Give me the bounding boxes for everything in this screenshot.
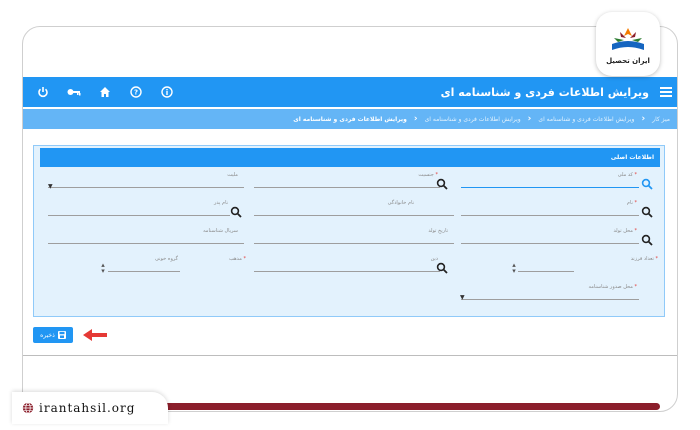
sect-label: مذهب	[229, 256, 242, 262]
power-icon[interactable]	[27, 77, 58, 107]
chevron-left-icon: ‹	[413, 114, 418, 124]
main-info-panel: اطلاعات اصلی * کد ملی * جنسیت ملیت ▼ * ن…	[33, 145, 665, 317]
save-button[interactable]: ذخیره	[33, 327, 73, 343]
nationality-label: ملیت	[227, 172, 238, 178]
serial-field[interactable]: سریال شناسنامه	[48, 228, 244, 244]
birth-place-field[interactable]: * محل تولد	[461, 228, 639, 244]
father-name-field[interactable]: نام پدر	[48, 200, 230, 216]
app-window: ویرایش اطلاعات فردی و شناسنامه ای ? میز …	[22, 26, 678, 412]
arrow-left-icon	[83, 329, 107, 341]
cert-place-label: محل صدور شناسنامه	[588, 284, 633, 290]
panel-title: اطلاعات اصلی	[610, 154, 654, 161]
search-icon[interactable]	[641, 178, 653, 190]
brand-name: ایران تحصیل	[606, 56, 650, 65]
breadcrumb-item[interactable]: ویرایش اطلاعات فردی و شناسنامه ای	[425, 116, 521, 123]
brand-bar	[160, 403, 660, 410]
book-logo-icon	[612, 27, 644, 50]
nationality-select[interactable]: ملیت	[48, 172, 244, 188]
cert-place-select[interactable]: * محل صدور شناسنامه	[461, 284, 639, 300]
last-name-field[interactable]: نام خانوادگی	[254, 200, 454, 216]
top-bar: ویرایش اطلاعات فردی و شناسنامه ای ?	[23, 77, 677, 107]
page-title: ویرایش اطلاعات فردی و شناسنامه ای	[440, 85, 649, 99]
dropdown-caret-icon[interactable]: ▼	[48, 183, 53, 190]
last-name-label: نام خانوادگی	[387, 200, 414, 206]
national-code-label: کد ملی	[617, 172, 633, 178]
gender-field[interactable]: * جنسیت	[254, 172, 440, 188]
site-url-badge: irantahsil.org	[12, 392, 168, 424]
religion-field[interactable]: دین	[254, 256, 440, 272]
dropdown-caret-icon[interactable]: ▼	[460, 294, 465, 301]
breadcrumb: میز کار ‹ ویرایش اطلاعات فردی و شناسنامه…	[23, 109, 677, 129]
globe-icon	[22, 402, 34, 414]
father-name-label: نام پدر	[213, 200, 228, 206]
info-icon[interactable]	[151, 77, 182, 107]
blood-group-field[interactable]: گروه خونی	[108, 256, 180, 272]
save-button-label: ذخیره	[40, 331, 55, 339]
blood-label: گروه خونی	[155, 256, 178, 262]
birth-date-field[interactable]: تاریخ تولد	[254, 228, 454, 244]
serial-label: سریال شناسنامه	[203, 228, 238, 234]
divider	[23, 355, 677, 356]
chevron-left-icon: ‹	[527, 114, 532, 124]
birth-date-label: تاریخ تولد	[428, 228, 448, 234]
help-icon[interactable]: ?	[120, 77, 151, 107]
breadcrumb-item[interactable]: ویرایش اطلاعات فردی و شناسنامه ای	[538, 116, 634, 123]
breadcrumb-current: ویرایش اطلاعات فردی و شناسنامه ای	[293, 115, 407, 123]
brand-logo: ایران تحصیل	[596, 12, 660, 76]
search-icon[interactable]	[436, 178, 448, 190]
first-name-label: نام	[626, 200, 633, 206]
key-icon[interactable]	[58, 77, 89, 107]
gender-label: جنسیت	[418, 172, 434, 178]
child-count-label: تعداد فرزند	[630, 256, 654, 262]
first-name-field[interactable]: * نام	[461, 200, 639, 216]
national-code-field[interactable]: * کد ملی	[461, 172, 639, 188]
stepper-icon[interactable]: ▴ ▾	[100, 262, 106, 275]
search-icon[interactable]	[641, 234, 653, 246]
search-icon[interactable]	[230, 206, 242, 218]
chevron-left-icon: ‹	[641, 114, 646, 124]
birth-place-label: محل تولد	[613, 228, 633, 234]
search-icon[interactable]	[641, 206, 653, 218]
menu-icon[interactable]	[653, 77, 677, 107]
site-url: irantahsil.org	[39, 401, 136, 415]
home-icon[interactable]	[89, 77, 120, 107]
search-icon[interactable]	[436, 262, 448, 274]
breadcrumb-item[interactable]: میز کار	[652, 116, 670, 123]
panel-header: اطلاعات اصلی	[40, 148, 660, 167]
svg-text:?: ?	[133, 89, 137, 97]
floppy-disk-icon	[57, 331, 66, 339]
stepper-icon[interactable]: ▴ ▾	[511, 262, 517, 275]
child-count-field[interactable]	[518, 256, 574, 272]
